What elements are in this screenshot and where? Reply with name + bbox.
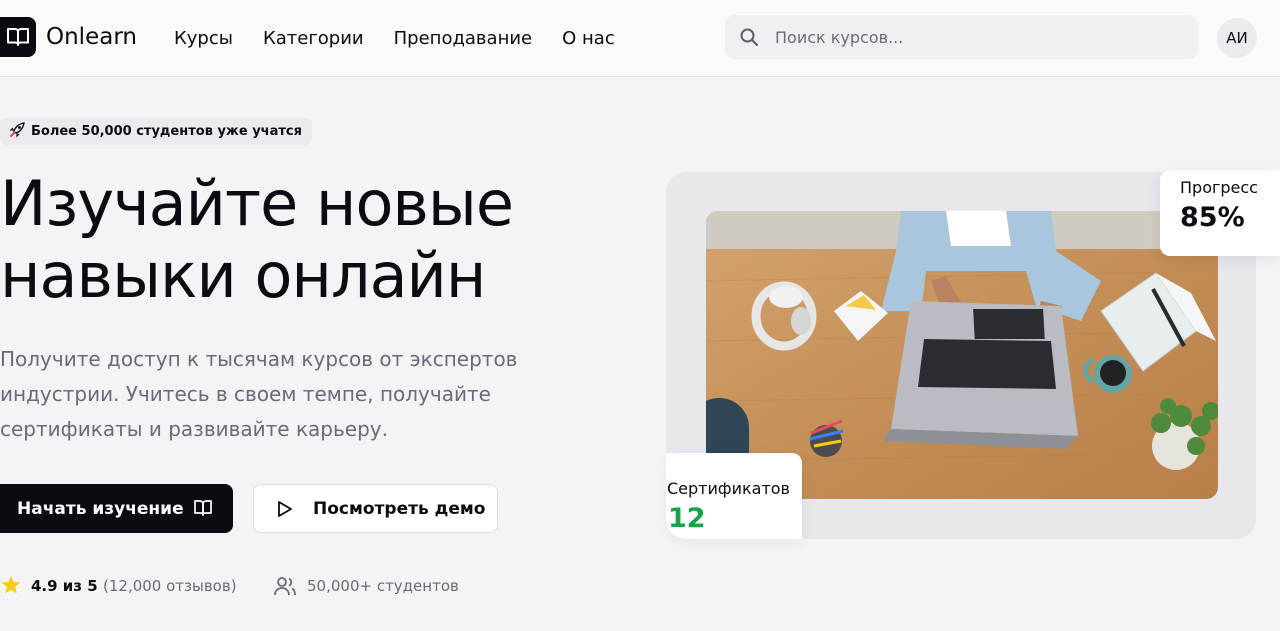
progress-label: Прогресс	[1180, 178, 1258, 197]
brand-name[interactable]: Onlearn	[46, 24, 137, 50]
nav-categories[interactable]: Категории	[263, 28, 364, 49]
start-learning-label: Начать изучение	[17, 498, 184, 519]
nav-teaching[interactable]: Преподавание	[394, 28, 532, 49]
certificates-value: 12	[668, 503, 706, 534]
rocket-icon	[8, 121, 26, 143]
reviews-count: (12,000 отзывов)	[103, 577, 237, 595]
star-icon	[0, 574, 22, 600]
user-avatar[interactable]: АИ	[1217, 18, 1257, 58]
play-icon	[276, 500, 294, 523]
start-learning-button[interactable]: Начать изучение	[0, 484, 233, 533]
progress-card: Прогресс 85%	[1160, 170, 1280, 256]
hero-subtitle-line1: Получите доступ к тысячам курсов от эксп…	[0, 347, 518, 371]
search-bar[interactable]	[725, 15, 1198, 59]
search-input[interactable]	[775, 25, 1175, 49]
hero-title-line1: Изучайте новые	[0, 167, 514, 240]
hero-subtitle-line3: сертификаты и развивайте карьеру.	[0, 417, 388, 441]
certificates-label: Сертификатов	[667, 479, 790, 498]
progress-value: 85%	[1180, 202, 1245, 233]
top-header: Onlearn Курсы Категории Преподавание О н…	[0, 0, 1280, 77]
book-icon	[193, 498, 213, 523]
search-icon	[739, 27, 759, 51]
rating-value: 4.9 из 5	[31, 577, 98, 595]
nav-about[interactable]: О нас	[562, 28, 615, 49]
watch-demo-label: Посмотреть демо	[313, 499, 486, 519]
main-nav: Курсы Категории Преподавание О нас	[174, 28, 615, 49]
students-badge: Более 50,000 студентов уже учатся	[0, 118, 312, 145]
watch-demo-button[interactable]: Посмотреть демо	[253, 484, 498, 533]
hero-subtitle-line2: индустрии. Учитесь в своем темпе, получа…	[0, 382, 491, 406]
nav-courses[interactable]: Курсы	[174, 28, 233, 49]
hero-subtitle: Получите доступ к тысячам курсов от эксп…	[0, 342, 560, 447]
badge-text: Более 50,000 студентов уже учатся	[31, 124, 302, 139]
users-icon	[273, 574, 297, 602]
certificates-card: Сертификатов 12	[666, 453, 802, 539]
hero-title: Изучайте новые навыки онлайн	[0, 168, 640, 312]
hero-title-line2: навыки онлайн	[0, 239, 486, 312]
logo-book-icon[interactable]	[0, 17, 36, 57]
students-count: 50,000+ студентов	[307, 577, 459, 595]
